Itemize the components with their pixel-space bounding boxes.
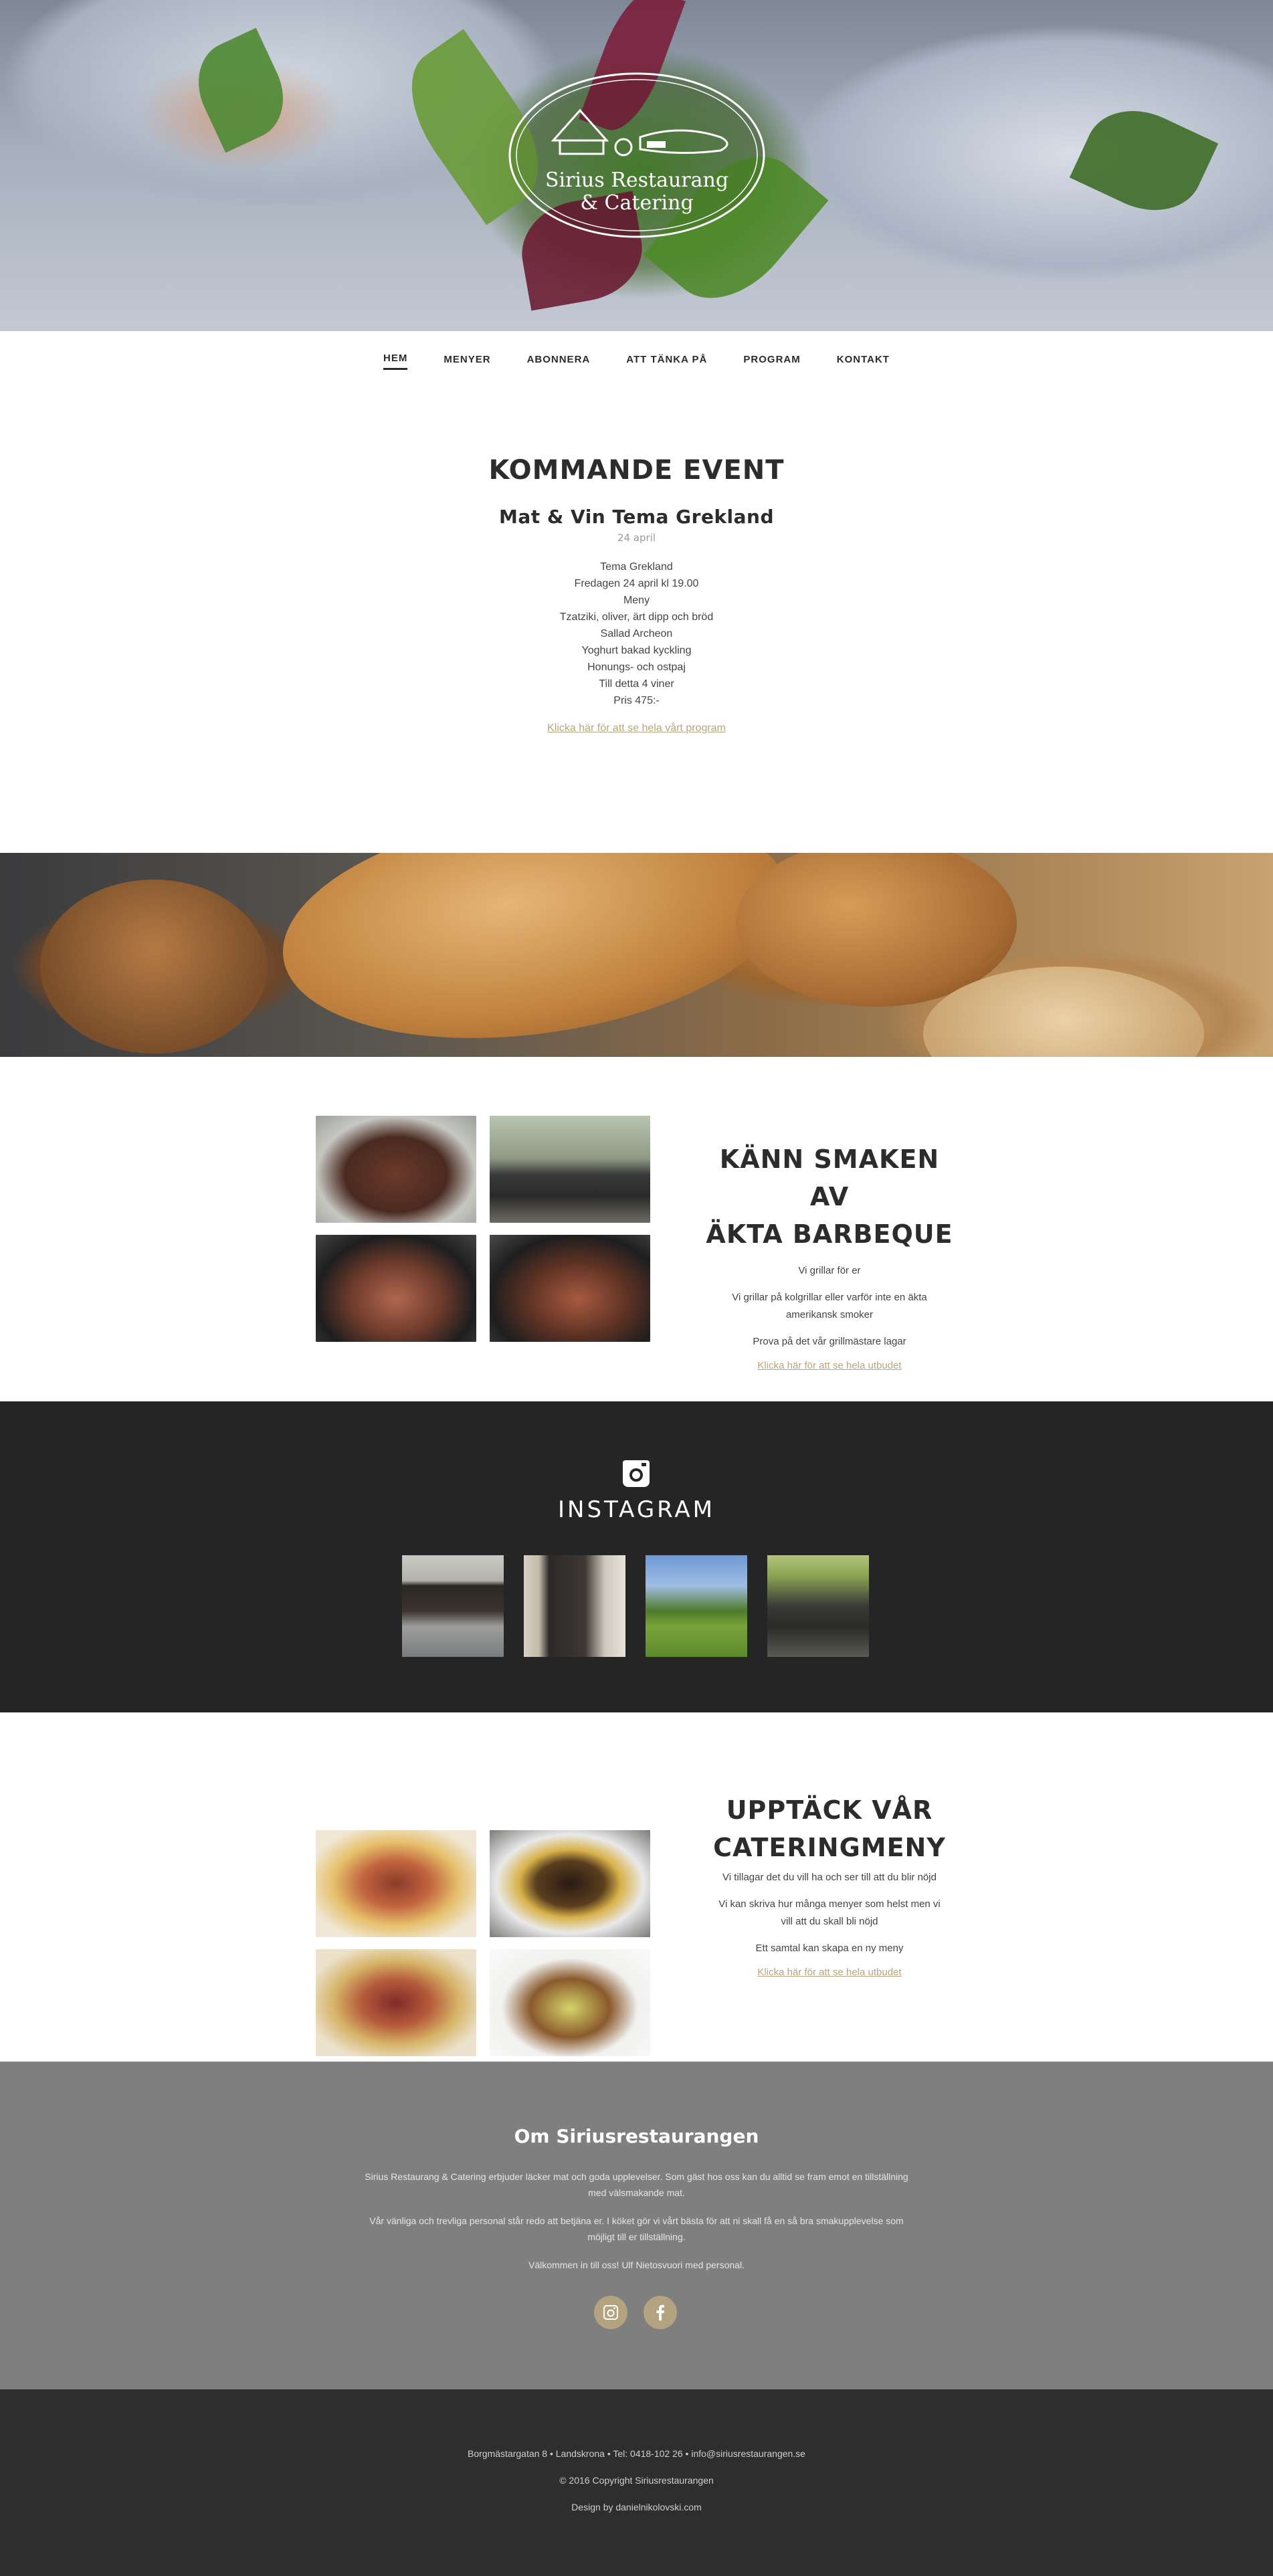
catering-paragraph: Vi kan skriva hur många menyer som helst… — [696, 1896, 963, 1930]
instagram-heading: INSTAGRAM — [557, 1496, 716, 1523]
about-heading: Om Siriusrestaurangen — [514, 2125, 759, 2147]
event-line: Sallad Archeon — [600, 628, 673, 639]
program-link[interactable]: Klicka här för att se hela vårt program — [547, 722, 726, 734]
about-paragraph-line: Sirius Restaurang & Catering erbjuder lä… — [365, 2171, 908, 2182]
about-paragraph: Välkommen in till oss! Ulf Nietosvuori m… — [528, 2260, 745, 2270]
catering-paragraph: Ett samtal kan skapa en ny meny — [755, 1943, 904, 1954]
logo-line2: & Catering — [580, 191, 694, 215]
instagram-thumb[interactable] — [646, 1555, 747, 1657]
event-line: Honungs- och ostpaj — [587, 662, 686, 673]
hero-banner: Sirius Restaurang & Catering — [0, 0, 1273, 331]
about-paragraph-line: med välsmakande mat. — [588, 2187, 685, 2198]
catering-heading-line: CATERINGMENY — [713, 1833, 946, 1862]
bbq-heading-line: KÄNN SMAKEN AV — [719, 1145, 940, 1211]
nav-item-hem[interactable]: HEM — [383, 353, 408, 370]
footer-contact: Borgmästargatan 8 • Landskrona • Tel: 04… — [468, 2448, 805, 2459]
catering-text: UPPTÄCK VÅR CATERINGMENY Vi tillagar det… — [696, 1791, 963, 1978]
nav-item-menyer[interactable]: MENYER — [444, 354, 490, 369]
instagram-social-button[interactable] — [594, 2296, 627, 2329]
instagram-section: INSTAGRAM — [0, 1401, 1273, 1712]
instagram-icon[interactable] — [622, 1460, 650, 1488]
event-line: Fredagen 24 april kl 19.00 — [574, 578, 699, 589]
bbq-photo-grill-meat-2 — [490, 1235, 650, 1342]
event-line: Pris 475:- — [613, 695, 660, 706]
catering-photo-dish-4 — [490, 1949, 650, 2056]
bbq-paragraph-line: Vi grillar på kolgrillar eller varför in… — [732, 1292, 927, 1303]
bbq-heading: KÄNN SMAKEN AV ÄKTA BARBEQUE — [696, 1141, 963, 1253]
bread-banner-image — [0, 853, 1273, 1057]
bread-loaf — [268, 853, 803, 1057]
instagram-icon — [603, 2305, 618, 2320]
event-line: Tzatziki, oliver, ärt dipp och bröd — [559, 611, 714, 623]
bbq-heading-line: ÄKTA BARBEQUE — [706, 1219, 953, 1249]
catering-paragraph-line: Vi kan skriva hur många menyer som helst… — [718, 1898, 941, 1910]
bbq-photo-smoker — [490, 1116, 650, 1223]
about-paragraph-line: Vår vänliga och trevliga personal står r… — [369, 2215, 904, 2226]
catering-heading: UPPTÄCK VÅR CATERINGMENY — [696, 1791, 963, 1866]
nav-item-att-tanka-pa[interactable]: ATT TÄNKA PÅ — [626, 354, 707, 369]
footer-copyright: © 2016 Copyright Siriusrestaurangen — [559, 2475, 714, 2486]
bbq-paragraph: Vi grillar för er — [798, 1265, 861, 1276]
instagram-thumb[interactable] — [402, 1555, 504, 1657]
bbq-photo-grill-meat — [316, 1235, 476, 1342]
bbq-offer-link[interactable]: Klicka här för att se hela utbudet — [757, 1360, 901, 1371]
event-date: 24 april — [617, 532, 656, 544]
site-footer: Borgmästargatan 8 • Landskrona • Tel: 04… — [0, 2389, 1273, 2576]
bbq-photo-sliced-meat — [316, 1116, 476, 1223]
about-paragraph: Sirius Restaurang & Catering erbjuder lä… — [314, 2169, 959, 2201]
event-description: Tema Grekland Fredagen 24 april kl 19.00… — [0, 559, 1273, 709]
hero-leaf — [183, 27, 299, 153]
logo-emblem — [508, 72, 765, 238]
event-line: Tema Grekland — [600, 561, 673, 573]
event-title: Mat & Vin Tema Grekland — [498, 506, 775, 528]
catering-section: UPPTÄCK VÅR CATERINGMENY Vi tillagar det… — [0, 1712, 1273, 2062]
about-paragraph: Vår vänliga och trevliga personal står r… — [314, 2213, 959, 2245]
catering-paragraph-line: vill att du skall bli nöjd — [781, 1916, 878, 1927]
logo-line1: Sirius Restaurang — [545, 169, 729, 192]
facebook-social-button[interactable] — [644, 2296, 677, 2329]
bbq-paragraph: Vi grillar på kolgrillar eller varför in… — [696, 1289, 963, 1324]
about-paragraph-line: möjligt till er tillställning. — [587, 2232, 686, 2242]
catering-heading-line: UPPTÄCK VÅR — [726, 1795, 933, 1825]
bbq-text: KÄNN SMAKEN AV ÄKTA BARBEQUE Vi grillar … — [696, 1141, 963, 1371]
event-line: Yoghurt bakad kyckling — [581, 645, 692, 656]
catering-photo-dish — [316, 1830, 476, 1937]
catering-photo-dish-2 — [490, 1830, 650, 1937]
nav-item-kontakt[interactable]: KONTAKT — [837, 354, 890, 369]
site-logo[interactable]: Sirius Restaurang & Catering — [506, 70, 767, 241]
instagram-thumb[interactable] — [524, 1555, 625, 1657]
upcoming-event-section: KOMMANDE EVENT Mat & Vin Tema Grekland 2… — [0, 391, 1273, 853]
instagram-thumb[interactable] — [767, 1555, 869, 1657]
event-section-heading: KOMMANDE EVENT — [488, 455, 785, 486]
bbq-section: KÄNN SMAKEN AV ÄKTA BARBEQUE Vi grillar … — [0, 1057, 1273, 1401]
catering-offer-link[interactable]: Klicka här för att se hela utbudet — [757, 1967, 901, 1978]
facebook-icon — [656, 2304, 664, 2320]
catering-photo-dish-3 — [316, 1949, 476, 2056]
nav-item-program[interactable]: PROGRAM — [743, 354, 800, 369]
about-section: Om Siriusrestaurangen Sirius Restaurang … — [0, 2062, 1273, 2389]
footer-design-credit[interactable]: Design by danielnikolovski.com — [0, 2502, 1273, 2512]
event-line: Till detta 4 viner — [599, 678, 674, 690]
bbq-paragraph-line: amerikansk smoker — [785, 1309, 874, 1320]
bbq-paragraph: Prova på det vår grillmästare lagar — [753, 1336, 906, 1347]
catering-paragraph: Vi tillagar det du vill ha och ser till … — [722, 1872, 937, 1883]
nav-item-abonnera[interactable]: ABONNERA — [527, 354, 591, 369]
main-nav: HEM MENYER ABONNERA ATT TÄNKA PÅ PROGRAM… — [0, 331, 1273, 391]
event-line: Meny — [623, 595, 650, 606]
bread-loaf — [40, 880, 268, 1054]
hero-leaf — [1069, 92, 1219, 229]
